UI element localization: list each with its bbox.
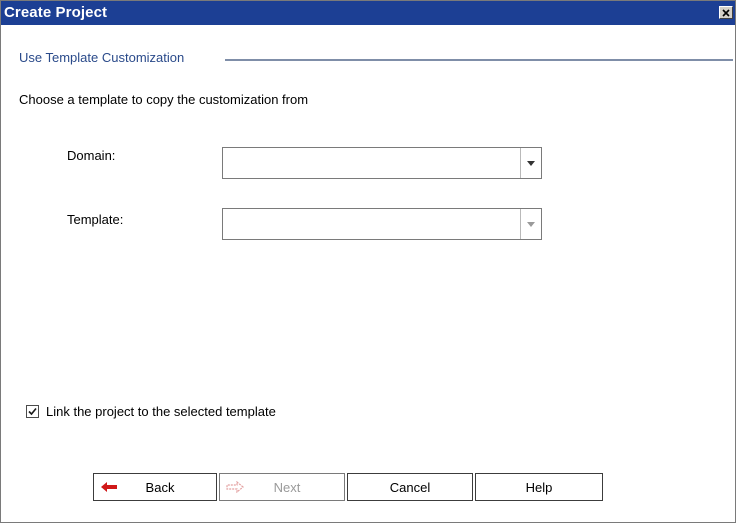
domain-label: Domain:	[67, 148, 116, 163]
instruction-text: Choose a template to copy the customizat…	[19, 92, 309, 107]
chevron-down-icon	[527, 160, 535, 166]
create-project-dialog: Create Project Use Template Customizatio…	[0, 0, 736, 523]
next-button[interactable]: Next	[219, 473, 345, 501]
link-template-label[interactable]: Link the project to the selected templat…	[46, 404, 276, 419]
link-template-checkbox[interactable]	[26, 405, 39, 418]
help-button[interactable]: Help	[475, 473, 603, 501]
dialog-title: Create Project	[4, 4, 108, 21]
checkmark-icon	[28, 407, 37, 416]
domain-combobox[interactable]	[222, 147, 542, 179]
cancel-button-label: Cancel	[389, 479, 431, 495]
domain-dropdown-button[interactable]	[520, 148, 541, 178]
template-label: Template:	[67, 212, 124, 227]
section-divider	[225, 59, 733, 61]
section-heading: Use Template Customization	[19, 50, 185, 65]
close-button[interactable]	[719, 6, 733, 19]
chevron-down-icon	[527, 221, 535, 227]
template-combobox[interactable]	[222, 208, 542, 240]
cancel-button[interactable]: Cancel	[347, 473, 473, 501]
next-button-label: Next	[273, 479, 301, 495]
back-button-label: Back	[145, 479, 175, 495]
back-arrow-icon	[101, 482, 117, 492]
template-dropdown-button[interactable]	[520, 209, 541, 239]
title-bar[interactable]: Create Project	[1, 1, 735, 25]
close-icon	[722, 8, 730, 17]
next-arrow-icon	[226, 481, 244, 493]
back-button[interactable]: Back	[93, 473, 217, 501]
help-button-label: Help	[525, 479, 553, 495]
